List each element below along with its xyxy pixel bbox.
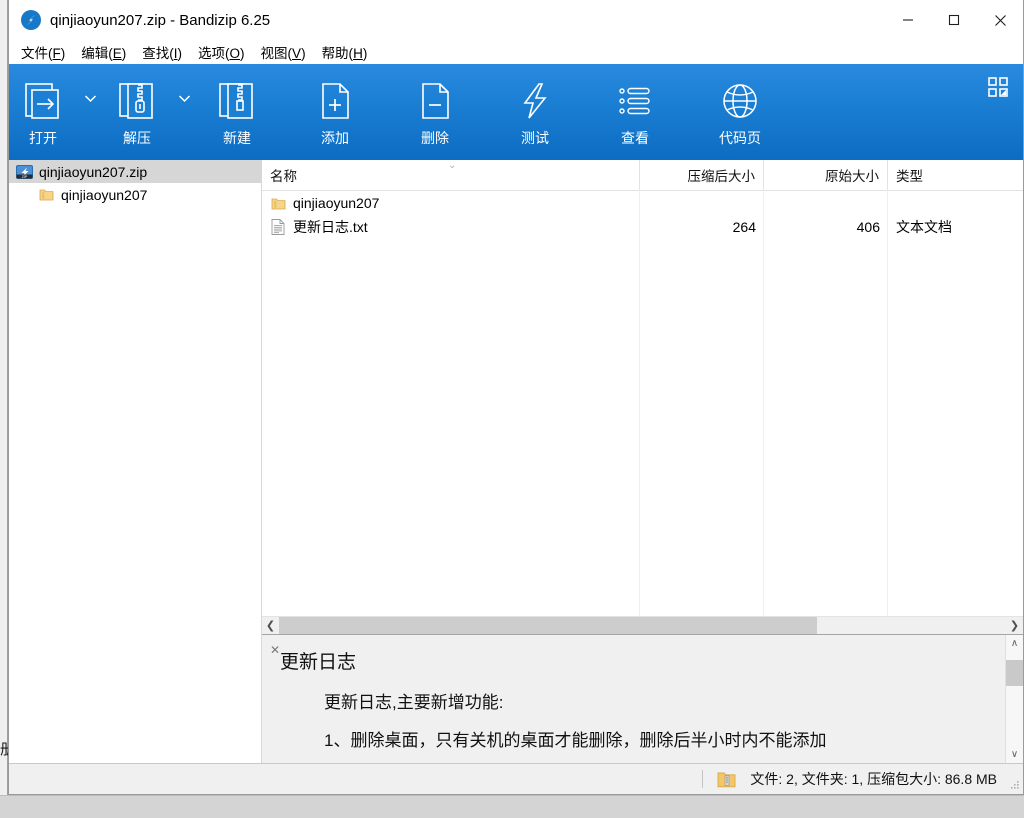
horizontal-scroll-track[interactable] <box>279 617 1006 634</box>
file-name-label: qinjiaoyun207 <box>293 195 380 211</box>
toolbar-new-label: 新建 <box>223 130 251 146</box>
cell-name: 更新日志.txt <box>262 217 640 237</box>
file-name-label: 更新日志.txt <box>293 219 368 235</box>
preview-content: 更新日志 更新日志,主要新增功能: 1、删除桌面，只有关机的桌面才能删除，删除后… <box>262 635 1005 763</box>
preview-title: 更新日志 <box>280 652 357 673</box>
column-header-packed-size[interactable]: 压缩后大小 <box>640 160 764 190</box>
scroll-down-arrow-icon[interactable]: ∨ <box>1006 746 1023 763</box>
column-header-original-size[interactable]: 原始大小 <box>764 160 888 190</box>
scroll-right-arrow-icon[interactable]: ❯ <box>1006 617 1023 634</box>
horizontal-scroll-thumb[interactable] <box>279 617 817 634</box>
toolbar-extract-button[interactable]: 解压 <box>103 64 171 160</box>
archive-tree-pane: ZIP qinjiaoyun207.zip qinjiaoyun207 <box>9 160 262 763</box>
add-file-icon <box>314 78 356 124</box>
maximize-button[interactable] <box>931 0 977 40</box>
menu-help[interactable]: 帮助(H) <box>322 42 368 62</box>
test-archive-icon <box>514 78 556 124</box>
preview-line: 更新日志,主要新增功能: <box>324 693 504 712</box>
minimize-button[interactable] <box>885 0 931 40</box>
resize-grip[interactable] <box>1008 780 1020 792</box>
toolbar-test-label: 测试 <box>521 130 549 146</box>
cell-original-size: 406 <box>856 219 880 235</box>
cell-name: qinjiaoyun207 <box>262 195 640 212</box>
new-archive-icon <box>216 78 258 124</box>
menu-edit[interactable]: 编辑(E) <box>81 42 126 62</box>
text-document-icon <box>270 219 286 236</box>
toolbar-extract-label: 解压 <box>123 130 151 146</box>
menu-view[interactable]: 视图(V) <box>261 42 306 62</box>
toolbar-add-label: 添加 <box>321 130 349 146</box>
extract-dropdown-chevron-down-icon[interactable] <box>171 64 197 160</box>
menu-options[interactable]: 选项(O) <box>198 42 245 62</box>
menu-file[interactable]: 文件(F) <box>21 42 65 62</box>
globe-codepage-icon <box>719 78 761 124</box>
column-header-type[interactable]: 类型 <box>888 160 1023 190</box>
tree-item-archive-root[interactable]: ZIP qinjiaoyun207.zip <box>9 160 261 183</box>
view-list-icon <box>614 78 656 124</box>
table-row[interactable]: 更新日志.txt 264 406 文本文档 <box>262 215 1023 239</box>
content-area: ZIP qinjiaoyun207.zip qinjiaoyun207 名称 压… <box>9 160 1023 763</box>
bandizip-window: qinjiaoyun207.zip - Bandizip 6.25 文件(F) … <box>8 0 1024 795</box>
preview-vertical-scrollbar[interactable]: ∧ ∨ <box>1005 635 1023 763</box>
toolbar: 打开 解压 新建 添加 删除 测试 查看 代码页 <box>9 64 1023 160</box>
svg-text:ZIP: ZIP <box>21 175 27 179</box>
preview-line: 1、删除桌面，只有关机的桌面才能删除，删除后半小时内不能添加 <box>324 731 827 750</box>
vertical-scroll-track[interactable] <box>1006 652 1023 746</box>
background-window-sliver <box>0 0 8 795</box>
status-text: 文件: 2, 文件夹: 1, 压缩包大小: 86.8 MB <box>750 771 997 787</box>
extract-icon <box>116 78 158 124</box>
vertical-scroll-thumb[interactable] <box>1006 660 1023 686</box>
window-controls <box>885 0 1023 40</box>
zip-archive-icon: ZIP <box>15 164 33 180</box>
preview-close-icon[interactable]: ✕ <box>268 643 282 657</box>
archive-icon <box>717 770 736 789</box>
toolbar-delete-button[interactable]: 删除 <box>401 64 469 160</box>
file-list-pane: 名称 压缩后大小 原始大小 类型 ⌄ qinjiaoyun207 更新日志.tx… <box>262 160 1023 763</box>
horizontal-scrollbar[interactable]: ❮ ❯ <box>262 616 1023 634</box>
open-dropdown-chevron-down-icon[interactable] <box>77 64 103 160</box>
folder-icon <box>37 187 55 203</box>
scroll-up-arrow-icon[interactable]: ∧ <box>1006 635 1023 652</box>
bandizip-logo-icon <box>21 10 41 30</box>
tree-item-label: qinjiaoyun207.zip <box>39 163 148 180</box>
desktop-strip <box>0 795 1024 818</box>
close-button[interactable] <box>977 0 1023 40</box>
title-bar: qinjiaoyun207.zip - Bandizip 6.25 <box>9 0 1023 40</box>
open-archive-icon <box>22 78 64 124</box>
status-bar: 文件: 2, 文件夹: 1, 压缩包大小: 86.8 MB <box>9 763 1023 794</box>
cell-packed-size: 264 <box>732 219 756 235</box>
toolbar-add-button[interactable]: 添加 <box>301 64 369 160</box>
tree-item-label: qinjiaoyun207 <box>61 186 148 203</box>
folder-icon <box>270 195 286 212</box>
toolbar-test-button[interactable]: 测试 <box>501 64 569 160</box>
file-list-rows: qinjiaoyun207 更新日志.txt 264 406 文本文档 <box>262 191 1023 616</box>
toolbar-open-button[interactable]: 打开 <box>9 64 77 160</box>
toolbar-delete-label: 删除 <box>421 130 449 146</box>
status-divider <box>702 770 704 788</box>
toolbar-view-label: 查看 <box>621 130 649 146</box>
toolbar-codepage-button[interactable]: 代码页 <box>701 64 779 160</box>
table-row[interactable]: qinjiaoyun207 <box>262 191 1023 215</box>
file-list-header: 名称 压缩后大小 原始大小 类型 ⌄ <box>262 160 1023 191</box>
delete-file-icon <box>414 78 456 124</box>
window-title: qinjiaoyun207.zip - Bandizip 6.25 <box>50 11 271 29</box>
toolbar-view-button[interactable]: 查看 <box>601 64 669 160</box>
menu-find[interactable]: 查找(I) <box>142 42 182 62</box>
panel-layout-icon[interactable] <box>987 76 1009 98</box>
toolbar-codepage-label: 代码页 <box>719 130 761 146</box>
preview-pane: ✕ 更新日志 更新日志,主要新增功能: 1、删除桌面，只有关机的桌面才能删除，删… <box>262 634 1023 763</box>
toolbar-new-button[interactable]: 新建 <box>203 64 271 160</box>
toolbar-open-label: 打开 <box>29 130 57 146</box>
tree-item-folder[interactable]: qinjiaoyun207 <box>9 183 261 206</box>
menu-bar: 文件(F) 编辑(E) 查找(I) 选项(O) 视图(V) 帮助(H) <box>9 40 1023 64</box>
cell-type: 文本文档 <box>896 219 952 235</box>
sort-descending-icon: ⌄ <box>448 160 457 171</box>
scroll-left-arrow-icon[interactable]: ❮ <box>262 617 279 634</box>
